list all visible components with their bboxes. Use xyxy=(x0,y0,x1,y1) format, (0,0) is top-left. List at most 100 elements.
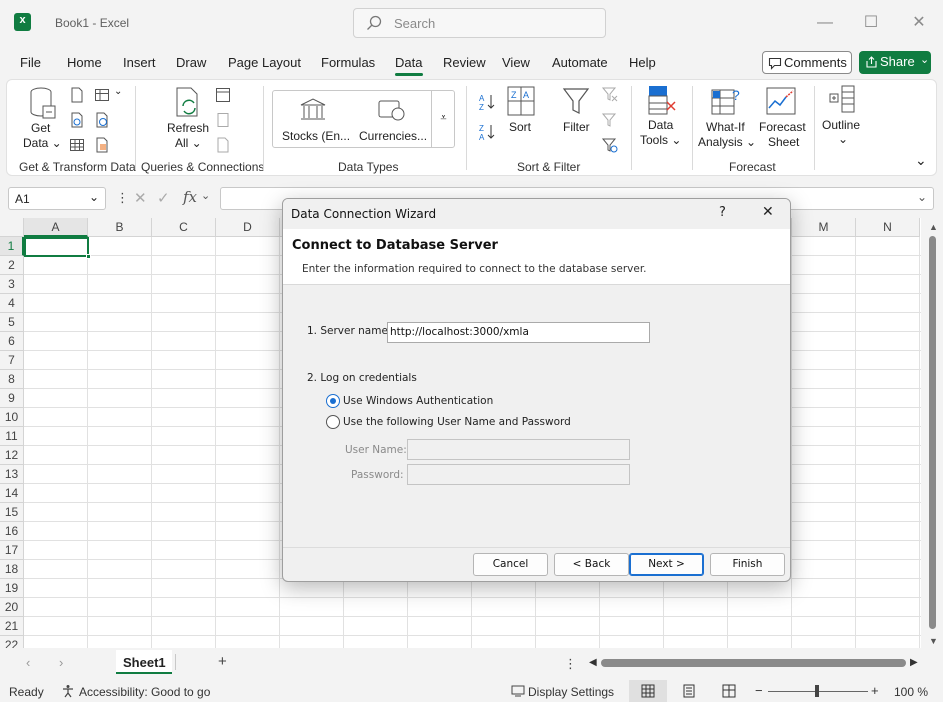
row-header-18[interactable]: 18 xyxy=(0,560,24,579)
selected-cell-a1[interactable] xyxy=(24,237,89,257)
name-box-chevron-icon[interactable]: ⌄ xyxy=(89,190,99,204)
currencies-button[interactable]: Currencies... xyxy=(359,129,427,143)
row-header-9[interactable]: 9 xyxy=(0,389,24,408)
column-header-b[interactable]: B xyxy=(88,218,152,237)
properties-icon[interactable] xyxy=(215,112,231,128)
cancel-button[interactable]: Cancel xyxy=(473,553,548,576)
next-sheet-icon[interactable]: › xyxy=(59,655,63,670)
row-header-5[interactable]: 5 xyxy=(0,313,24,332)
row-header-12[interactable]: 12 xyxy=(0,446,24,465)
zoom-out-button[interactable]: − xyxy=(755,683,763,698)
row-header-19[interactable]: 19 xyxy=(0,579,24,598)
row-header-3[interactable]: 3 xyxy=(0,275,24,294)
display-settings-button[interactable]: Display Settings xyxy=(528,685,614,699)
scroll-left-icon[interactable]: ◀ xyxy=(589,657,597,668)
column-header-d[interactable]: D xyxy=(216,218,280,237)
share-button[interactable]: Share ⌄ xyxy=(859,51,931,74)
edit-links-icon[interactable] xyxy=(215,137,231,153)
dialog-close-button[interactable]: ✕ xyxy=(762,204,774,220)
row-header-7[interactable]: 7 xyxy=(0,351,24,370)
finish-button[interactable]: Finish xyxy=(710,553,785,576)
refresh-all-label[interactable]: Refresh xyxy=(167,121,209,135)
scroll-up-icon[interactable]: ▲ xyxy=(929,222,938,232)
expand-formula-bar-icon[interactable]: ⌄ xyxy=(917,190,927,204)
get-data-dropdown[interactable]: Data ⌄ xyxy=(23,136,62,150)
tab-automate[interactable]: Automate xyxy=(552,55,608,70)
data-tools-label[interactable]: Data xyxy=(648,118,673,132)
horizontal-scroll-thumb[interactable] xyxy=(601,659,906,667)
row-header-10[interactable]: 10 xyxy=(0,408,24,427)
advanced-filter-icon[interactable] xyxy=(602,137,618,153)
row-header-20[interactable]: 20 xyxy=(0,598,24,617)
more-icon[interactable]: ⋮ xyxy=(116,190,129,206)
what-if-dropdown[interactable]: Analysis ⌄ xyxy=(698,135,756,149)
minimize-button[interactable]: — xyxy=(812,10,838,36)
close-button[interactable]: ✕ xyxy=(906,10,932,36)
tab-draw[interactable]: Draw xyxy=(176,55,206,70)
user-password-radio[interactable] xyxy=(326,415,340,429)
fx-chevron-icon[interactable]: ⌄ xyxy=(201,189,210,202)
page-break-view-icon[interactable] xyxy=(722,684,736,698)
outline-button[interactable]: Outline xyxy=(822,118,860,132)
tab-formulas[interactable]: Formulas xyxy=(321,55,375,70)
prev-sheet-icon[interactable]: ‹ xyxy=(26,655,30,670)
collapse-ribbon-icon[interactable]: ⌄ xyxy=(915,152,927,169)
what-if-label[interactable]: What-If xyxy=(706,120,745,134)
next-button[interactable]: Next > xyxy=(629,553,704,576)
vertical-scroll-thumb[interactable] xyxy=(929,236,936,629)
fill-handle[interactable] xyxy=(86,254,91,259)
vertical-scrollbar[interactable]: ▲ ▼ xyxy=(921,218,943,648)
search-box[interactable]: Search xyxy=(353,8,606,38)
name-box[interactable]: A1 ⌄ xyxy=(8,187,106,210)
tab-help[interactable]: Help xyxy=(629,55,656,70)
row-header-11[interactable]: 11 xyxy=(0,427,24,446)
data-tools-dropdown[interactable]: Tools ⌄ xyxy=(640,133,681,147)
refresh-all-dropdown[interactable]: All ⌄ xyxy=(175,136,202,150)
recent-sources-chevron-icon[interactable]: ⌄ xyxy=(114,86,122,97)
accessibility-status[interactable]: Accessibility: Good to go xyxy=(79,685,210,699)
forecast-sheet-label[interactable]: Forecast xyxy=(759,120,806,134)
row-header-21[interactable]: 21 xyxy=(0,617,24,636)
tab-file[interactable]: File xyxy=(20,55,41,70)
forecast-sheet-label-2[interactable]: Sheet xyxy=(768,135,799,149)
tab-insert[interactable]: Insert xyxy=(123,55,156,70)
row-header-17[interactable]: 17 xyxy=(0,541,24,560)
row-header-6[interactable]: 6 xyxy=(0,332,24,351)
add-sheet-button[interactable]: + xyxy=(218,653,227,670)
row-header-13[interactable]: 13 xyxy=(0,465,24,484)
sheet-tab-sheet1[interactable]: Sheet1 xyxy=(116,650,172,674)
windows-auth-label[interactable]: Use Windows Authentication xyxy=(343,395,493,407)
reapply-filter-icon[interactable] xyxy=(602,112,618,128)
tab-review[interactable]: Review xyxy=(443,55,486,70)
from-table-icon[interactable] xyxy=(69,137,85,153)
insert-function-icon[interactable]: fx xyxy=(183,188,197,206)
sheet-options-icon[interactable]: ⋮ xyxy=(564,656,577,672)
column-header-n[interactable]: N xyxy=(856,218,920,237)
zoom-level[interactable]: 100 % xyxy=(894,685,928,699)
filter-button[interactable]: Filter xyxy=(563,120,590,134)
row-header-4[interactable]: 4 xyxy=(0,294,24,313)
comments-button[interactable]: Comments xyxy=(762,51,852,74)
zoom-in-button[interactable]: + xyxy=(871,683,879,698)
from-picture-icon[interactable] xyxy=(94,137,110,153)
scroll-down-icon[interactable]: ▼ xyxy=(929,636,938,646)
sort-a-z-icon[interactable]: AZ xyxy=(477,92,497,112)
page-layout-view-icon[interactable] xyxy=(682,684,696,698)
cancel-entry-icon[interactable]: ✕ xyxy=(134,189,147,207)
column-header-a[interactable]: A xyxy=(24,218,88,237)
sort-z-a-icon[interactable]: ZA xyxy=(477,122,497,142)
from-text-icon[interactable] xyxy=(69,87,85,103)
queries-connections-icon[interactable] xyxy=(215,87,231,103)
row-header-22[interactable]: 22 xyxy=(0,636,24,648)
dialog-help-button[interactable]: ? xyxy=(719,205,726,220)
column-header-c[interactable]: C xyxy=(152,218,216,237)
data-types-more-button[interactable]: ⩡ xyxy=(431,90,455,148)
accessibility-icon[interactable] xyxy=(61,684,75,698)
column-header-m[interactable]: M xyxy=(792,218,856,237)
sort-button[interactable]: Sort xyxy=(509,120,531,134)
row-header-1[interactable]: 1 xyxy=(0,237,24,256)
tab-page-layout[interactable]: Page Layout xyxy=(228,55,301,70)
existing-connections-icon[interactable] xyxy=(94,112,110,128)
row-header-16[interactable]: 16 xyxy=(0,522,24,541)
tab-home[interactable]: Home xyxy=(67,55,102,70)
